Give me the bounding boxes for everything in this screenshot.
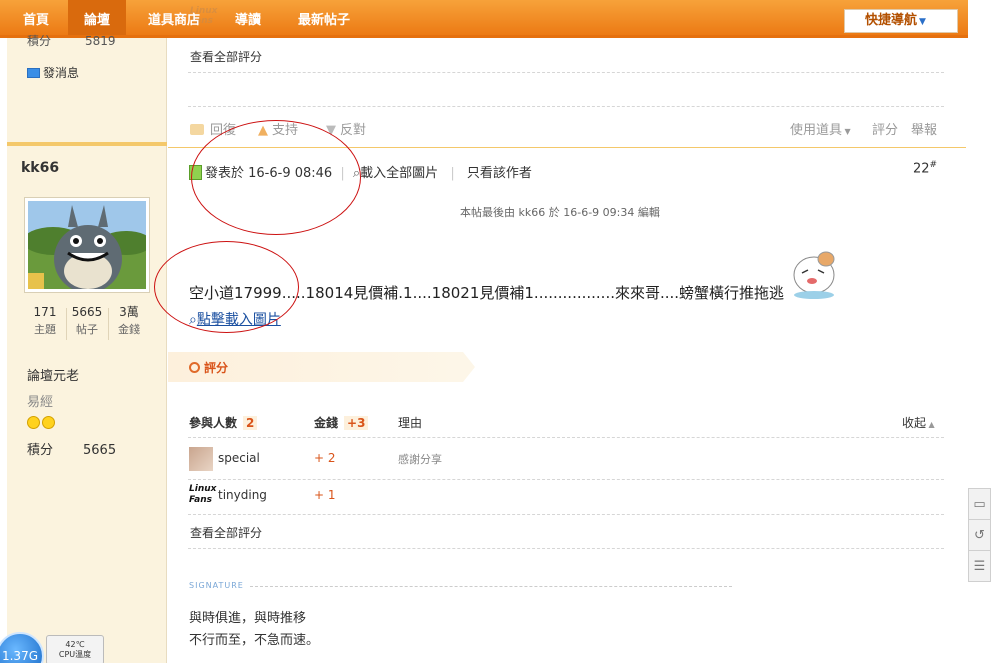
edit-note: 本帖最後由 kk66 於 16-6-9 09:34 編輯 xyxy=(460,206,660,219)
rater-username[interactable]: special xyxy=(218,451,260,465)
collapse-ratings-button[interactable]: 收起 ▲ xyxy=(902,414,935,431)
avatar[interactable] xyxy=(24,197,150,293)
divider xyxy=(188,514,944,515)
signature-line-1: 與時俱進，與時推移 xyxy=(189,611,307,626)
top-navigation-bar: 首頁 論壇 Linux Fans 道具商店 導讀 最新帖子 快捷導航 ▼ xyxy=(0,0,968,38)
caret-icon: ▼ xyxy=(842,127,851,136)
divider xyxy=(188,72,944,73)
signature-divider xyxy=(250,586,732,587)
quick-nav-button[interactable]: 快捷導航 ▼ xyxy=(844,9,958,33)
view-all-ratings-prev[interactable]: 查看全部評分 xyxy=(190,48,262,65)
divider xyxy=(188,479,944,480)
smiley-icon xyxy=(27,416,40,429)
divider xyxy=(188,106,944,107)
dropdown-caret-icon: ▼ xyxy=(919,17,926,27)
author-sidebar: 積分 5819 發消息 kk66 171 主題 5665 帖子 3萬 金錢 論壇… xyxy=(7,34,167,663)
reply-icon xyxy=(190,124,204,135)
rating-head-reason: 理由 xyxy=(398,416,423,430)
emoticon-sticker-icon xyxy=(793,251,835,299)
system-monitor-widget: 1.37G 42℃ CPU溫度 xyxy=(0,631,108,663)
avatar[interactable] xyxy=(189,447,213,471)
rating-section-title: 評分 xyxy=(189,359,228,376)
annotation-circle xyxy=(154,241,299,333)
envelope-icon xyxy=(27,68,40,78)
floating-toolbar: ▭ ↺ ☰ xyxy=(968,488,991,582)
avatar[interactable]: Linux Fans xyxy=(189,484,216,508)
rater-username[interactable]: tinyding xyxy=(218,488,267,502)
quick-nav-label: 快捷導航 xyxy=(865,13,918,28)
nav-home[interactable]: 首頁 xyxy=(10,0,62,35)
author-stats: 171 主題 5665 帖子 3萬 金錢 xyxy=(24,304,150,348)
sidebar-divider xyxy=(7,142,167,146)
divider xyxy=(188,437,944,438)
prev-score: 積分 5819 xyxy=(27,34,116,48)
load-all-images-link[interactable]: 載入全部圖片 xyxy=(360,166,438,181)
user-rank: 論壇元老 xyxy=(27,369,80,384)
share-icon[interactable]: ↺ xyxy=(969,520,990,551)
floor-number[interactable]: 22# xyxy=(913,160,937,176)
author-only-link[interactable]: 只看該作者 xyxy=(467,166,532,181)
annotation-circle xyxy=(191,120,361,235)
rating-head-money: 金錢 +3 xyxy=(314,414,369,431)
stat-money[interactable]: 3萬 金錢 xyxy=(108,304,150,340)
use-item-button[interactable]: 使用道具 ▼ xyxy=(790,119,851,138)
nav-latest-posts[interactable]: 最新帖子 xyxy=(284,0,364,35)
view-all-ratings[interactable]: 查看全部評分 xyxy=(190,524,262,541)
rank-icons xyxy=(27,415,57,430)
circle-icon xyxy=(189,362,200,373)
rater-reason: 感謝分享 xyxy=(398,453,442,466)
cpu-temp-panel: 42℃ CPU溫度 xyxy=(46,635,104,663)
author-username[interactable]: kk66 xyxy=(21,160,59,176)
report-button[interactable]: 舉報 xyxy=(911,119,937,138)
rater-money: + 2 xyxy=(314,451,336,465)
list-icon[interactable]: ☰ xyxy=(969,551,990,582)
nav-forum[interactable]: 論壇 xyxy=(68,0,126,35)
nav-guide[interactable]: 導讀 xyxy=(222,0,274,35)
stat-topics[interactable]: 171 主題 xyxy=(24,304,66,340)
caret-up-icon: ▲ xyxy=(926,420,935,429)
rating-head-participants: 參與人數 2 xyxy=(189,414,258,431)
rate-button[interactable]: 評分 xyxy=(872,119,898,138)
comment-icon[interactable]: ▭ xyxy=(969,489,990,520)
smiley-icon xyxy=(42,416,55,429)
user-level: 易經 xyxy=(27,395,54,410)
stat-posts[interactable]: 5665 帖子 xyxy=(66,304,108,340)
rater-money: + 1 xyxy=(314,488,336,502)
user-score: 積分 5665 xyxy=(27,443,117,458)
signature-label: SIGNATURE xyxy=(189,581,244,590)
divider xyxy=(188,548,944,549)
nav-item-shop[interactable]: 道具商店 xyxy=(134,0,214,35)
signature-line-2: 不行而至，不急而速。 xyxy=(189,633,320,648)
memory-gauge[interactable]: 1.37G xyxy=(0,632,44,663)
avatar-image xyxy=(28,201,146,289)
send-message-link[interactable]: 發消息 xyxy=(27,64,79,81)
